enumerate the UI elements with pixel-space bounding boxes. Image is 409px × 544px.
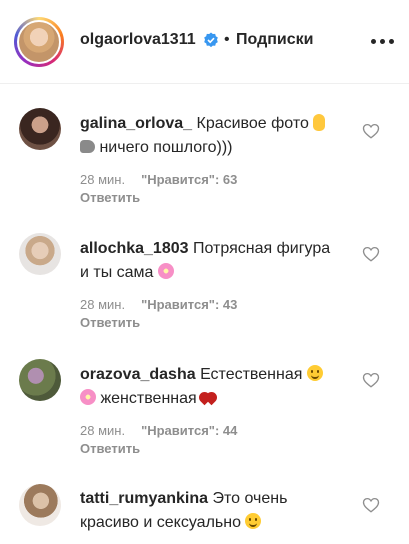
- commenter-avatar[interactable]: [19, 108, 61, 150]
- hand-emoji-icon: [313, 114, 326, 131]
- smiling-face-emoji-icon: [245, 513, 262, 529]
- pointing-hand-emoji-icon: [80, 140, 95, 153]
- comment-username[interactable]: galina_orlova_: [80, 115, 192, 132]
- like-heart-icon[interactable]: [362, 496, 380, 514]
- comment-body-line2: женственная: [100, 390, 197, 407]
- comment-meta: 28 мин. "Нравится": 63: [80, 172, 237, 187]
- flower-emoji-icon: [80, 389, 96, 405]
- comment-time: 28 мин.: [80, 297, 126, 312]
- commenter-avatar[interactable]: [19, 484, 61, 526]
- like-heart-icon[interactable]: [362, 371, 380, 389]
- comment-time: 28 мин.: [80, 172, 126, 187]
- comment-time: 28 мин.: [80, 423, 126, 438]
- comment-body-line2: ничего пошлого))): [99, 139, 233, 156]
- comment-text: allochka_1803 Потрясная фигура и ты сама: [80, 237, 350, 285]
- comment-username[interactable]: orazova_dasha: [80, 366, 196, 383]
- profile-avatar[interactable]: [14, 17, 64, 67]
- comment-meta: 28 мин. "Нравится": 44: [80, 423, 237, 438]
- flower-emoji-icon: [157, 263, 174, 279]
- smiling-face-emoji-icon: [306, 365, 323, 381]
- header-separator: •: [224, 31, 230, 48]
- comment-meta: 28 мин. "Нравится": 43: [80, 297, 237, 312]
- comment-text: orazova_dasha Естественная женственная: [80, 363, 350, 411]
- more-options-icon[interactable]: [371, 31, 397, 51]
- header-username[interactable]: olgaorlova1311: [80, 31, 196, 49]
- comment-likes[interactable]: "Нравится": 63: [141, 172, 237, 187]
- commenter-avatar[interactable]: [19, 233, 61, 275]
- comment-text: tatti_rumyankina Это очень красиво и сек…: [80, 487, 350, 535]
- comment-body-line2: красиво и сексуально: [80, 514, 241, 531]
- follow-button[interactable]: Подписки: [236, 31, 313, 49]
- reply-button[interactable]: Ответить: [80, 315, 140, 330]
- comment-text: galina_orlova_ Красивое фото ничего пошл…: [80, 112, 350, 160]
- verified-badge-icon: [204, 32, 218, 48]
- comment-likes[interactable]: "Нравится": 43: [141, 297, 237, 312]
- like-heart-icon[interactable]: [362, 122, 380, 140]
- comment-username[interactable]: allochka_1803: [80, 240, 189, 257]
- comment-body: Потрясная фигура: [192, 240, 331, 257]
- comment-likes[interactable]: "Нравится": 44: [141, 423, 237, 438]
- post-header: olgaorlova1311 • Подписки: [0, 0, 409, 84]
- comment-username[interactable]: tatti_rumyankina: [80, 490, 208, 507]
- comment-body: Естественная: [200, 366, 303, 383]
- comment-body-line2: и ты сама: [80, 264, 154, 281]
- like-heart-icon[interactable]: [362, 245, 380, 263]
- commenter-avatar[interactable]: [19, 359, 61, 401]
- reply-button[interactable]: Ответить: [80, 441, 140, 456]
- comment-body: Это очень: [212, 490, 288, 507]
- hearts-emoji-icon: [196, 389, 219, 406]
- reply-button[interactable]: Ответить: [80, 190, 140, 205]
- comment-body: Красивое фото: [196, 115, 309, 132]
